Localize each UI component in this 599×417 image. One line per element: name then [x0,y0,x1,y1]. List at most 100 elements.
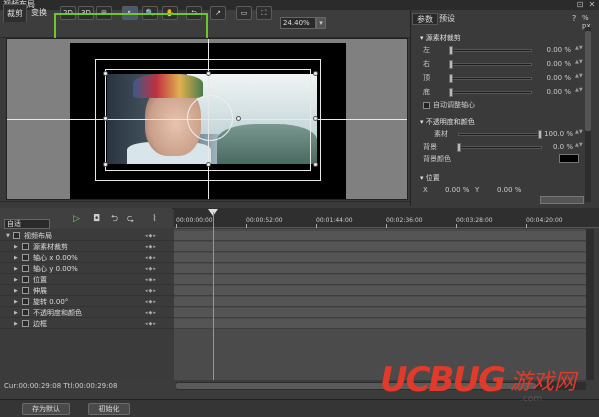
bg-opacity-spin[interactable]: ▲▼ [575,143,583,152]
track-row[interactable]: ▶ 边框 ◂◆▸ [0,319,174,329]
position-section-header[interactable]: ▾ 位置 [420,174,440,183]
crop-left-knob[interactable] [449,46,453,55]
bg-opacity-value[interactable]: 0.0 % [533,143,573,152]
initialize-button[interactable]: 初始化 [88,403,130,415]
crop-left-spin[interactable]: ▲▼ [575,46,583,55]
opacity-section-header[interactable]: ▾ 不透明度和颜色 [420,118,475,127]
track-lane[interactable] [174,286,586,296]
crop-right-slider[interactable] [452,63,532,66]
keyframe-nav-icon[interactable]: ◂◆▸ [145,308,157,318]
clip-opacity-slider[interactable] [458,133,542,136]
track-row[interactable]: ▶ 不透明度和颜色 ◂◆▸ [0,308,174,318]
track-lane[interactable] [174,308,586,318]
pin-icon[interactable]: ⊡ [575,0,585,10]
expand-icon[interactable]: ▶ [14,286,18,296]
expand-icon[interactable]: ▶ [14,253,18,263]
track-checkbox[interactable] [22,298,29,305]
track-lane[interactable] [174,264,586,274]
crop-right-knob[interactable] [449,60,453,69]
fullscreen-icon[interactable]: ⛶ [256,6,272,20]
panel-splitter[interactable] [0,201,410,208]
keyframe-nav-icon[interactable]: ◂◆▸ [145,264,157,274]
track-lane[interactable] [174,253,586,263]
track-row[interactable]: ▶ 位置 ◂◆▸ [0,275,174,285]
keyframe-nav-icon[interactable]: ◂◆▸ [145,231,157,241]
crop-section-header[interactable]: ▾ 源素材裁剪 [420,34,461,43]
track-checkbox[interactable] [22,276,29,283]
help-icon[interactable]: ? [572,14,576,23]
crop-top-spin[interactable]: ▲▼ [575,74,583,83]
expand-icon[interactable]: ▶ [14,242,18,252]
tab-presets[interactable]: 预设 [435,13,459,25]
tab-transform[interactable]: 变换 [28,4,50,22]
next-keyframe-icon[interactable]: ⮎ [124,213,137,226]
fit-frame-icon[interactable]: ▭ [236,6,252,20]
handle-left[interactable] [103,116,108,121]
track-checkbox[interactable] [22,320,29,327]
position-y-value[interactable]: 0.00 % [497,186,521,195]
chevron-down-icon[interactable]: ▾ [316,17,326,29]
track-row[interactable]: ▶ 轴心 y 0.00% ◂◆▸ [0,264,174,274]
crop-bottom-spin[interactable]: ▲▼ [575,88,583,97]
crop-top-slider[interactable] [452,77,532,80]
crop-right-value[interactable]: 0.00 % [531,60,571,69]
keyframe-nav-icon[interactable]: ◂◆▸ [145,286,157,296]
keyframe-nav-icon[interactable]: ◂◆▸ [145,242,157,252]
position-x-value[interactable]: 0.00 % [445,186,469,195]
track-checkbox[interactable] [22,309,29,316]
keyframe-nav-icon[interactable]: ◂◆▸ [145,319,157,329]
handle-rotate[interactable] [236,116,241,121]
handle-bottom-right[interactable] [313,162,318,167]
rotation-circle[interactable] [187,95,233,141]
tab-crop[interactable]: 裁剪 [3,4,27,22]
crop-bottom-slider[interactable] [452,91,532,94]
track-lane[interactable] [174,297,586,307]
clip-opacity-spin[interactable]: ▲▼ [575,130,583,139]
track-checkbox[interactable] [22,254,29,261]
handle-right[interactable] [313,116,318,121]
handle-top-right[interactable] [313,71,318,76]
bg-opacity-knob[interactable] [457,143,461,152]
prev-keyframe-icon[interactable]: ⮌ [108,213,121,226]
handle-top-left[interactable] [103,71,108,76]
track-row[interactable]: ▶ 源素材裁剪 ◂◆▸ [0,242,174,252]
close-icon[interactable]: ✕ [587,0,597,10]
crop-right-spin[interactable]: ▲▼ [575,60,583,69]
crop-top-value[interactable]: 0.00 % [531,74,571,83]
crop-left-value[interactable]: 0.00 % [531,46,571,55]
track-lane[interactable] [174,275,586,285]
track-checkbox[interactable] [22,243,29,250]
timeline-vscroll[interactable] [586,229,594,380]
save-default-button[interactable]: 存为默认 [22,403,70,415]
track-row[interactable]: ▶ 旋转 0.00° ◂◆▸ [0,297,174,307]
preview-canvas[interactable] [6,38,408,200]
expand-icon[interactable]: ▶ [14,308,18,318]
bg-color-swatch[interactable] [559,154,579,163]
track-lane[interactable] [174,319,586,329]
bg-opacity-slider[interactable] [458,146,542,149]
track-row[interactable]: ▶ 轴心 x 0.00% ◂◆▸ [0,253,174,263]
crop-bottom-value[interactable]: 0.00 % [531,88,571,97]
crop-top-knob[interactable] [449,74,453,83]
handle-top[interactable] [206,71,211,76]
track-lane[interactable] [174,231,586,241]
expand-icon[interactable]: ▶ [14,297,18,307]
track-row[interactable]: ▶ 伸展 ◂◆▸ [0,286,174,296]
auto-center-checkbox[interactable] [423,102,430,109]
expand-icon[interactable]: ▶ [14,319,18,329]
crop-bottom-knob[interactable] [449,88,453,97]
track-checkbox[interactable] [13,232,20,239]
properties-scrollbar[interactable] [585,27,591,202]
keyframe-nav-icon[interactable]: ◂◆▸ [145,253,157,263]
redo-icon[interactable]: ↗ [210,6,226,20]
keyframe-nav-icon[interactable]: ◂◆▸ [145,275,157,285]
zoom-level-field[interactable]: 24.40% [280,17,316,29]
track-checkbox[interactable] [22,287,29,294]
handle-bottom-left[interactable] [103,162,108,167]
play-icon[interactable]: ▷ [70,213,83,226]
track-lane[interactable] [174,242,586,252]
handle-bottom[interactable] [206,162,211,167]
expand-icon[interactable]: ▼ [6,231,10,241]
preset-select[interactable]: 自适 [4,219,50,229]
track-row[interactable]: ▼ 视频布局 ◂◆▸ [0,231,174,241]
